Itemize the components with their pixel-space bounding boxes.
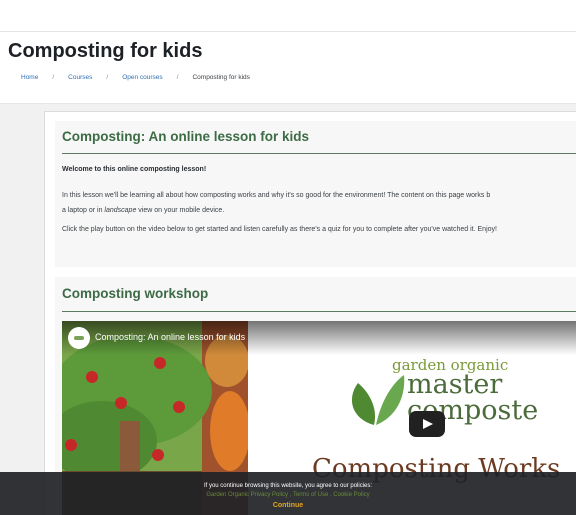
top-navbar <box>0 0 576 32</box>
breadcrumb-separator: / <box>176 74 179 81</box>
channel-avatar-icon[interactable] <box>68 327 90 349</box>
page-title: Composting for kids <box>8 40 203 62</box>
lesson-intro: Welcome to this online composting lesson… <box>62 166 207 173</box>
heading-divider <box>62 311 576 312</box>
page-header: Composting for kids Home / Courses / Ope… <box>0 33 576 103</box>
lesson-paragraph-2: Click the play button on the video below… <box>62 226 497 233</box>
cookie-policy-link[interactable]: Cookie Policy <box>333 492 369 498</box>
video-title-bar: Composting: An online lesson for kids <box>62 321 576 355</box>
heading-divider <box>62 153 576 154</box>
lesson-paragraph-1-line-2-start: a laptop or in <box>62 207 105 214</box>
lesson-heading: Composting: An online lesson for kids <box>62 129 310 144</box>
continue-button[interactable]: Continue <box>0 502 576 509</box>
cookie-consent-bar: If you continue browsing this website, y… <box>0 472 576 515</box>
lesson-paragraph-1: In this lesson we'll be learning all abo… <box>62 188 490 218</box>
cookie-message: If you continue browsing this website, y… <box>203 483 373 489</box>
play-button[interactable] <box>409 411 445 437</box>
lesson-paragraph-1-line-1: In this lesson we'll be learning all abo… <box>62 192 491 199</box>
lesson-intro-section: Composting: An online lesson for kids We… <box>55 121 576 267</box>
breadcrumb-current: Composting for kids <box>192 74 250 81</box>
cookie-policy-links: Garden Organic Privacy Policy , Terms of… <box>0 492 576 498</box>
breadcrumb-home-link[interactable]: Home <box>21 74 38 81</box>
breadcrumb-separator: / <box>106 74 109 81</box>
breadcrumb-open-courses-link[interactable]: Open courses <box>122 74 162 81</box>
landscape-emphasis: landscape <box>104 207 137 214</box>
leaf-logo-icon <box>351 375 405 425</box>
breadcrumb-courses-link[interactable]: Courses <box>68 74 92 81</box>
breadcrumb-separator: / <box>52 74 55 81</box>
terms-of-use-link[interactable]: Terms of Use <box>293 492 328 498</box>
lesson-paragraph-1-line-2-end: view on your mobile device. <box>136 207 225 214</box>
breadcrumb: Home / Courses / Open courses / Composti… <box>21 74 250 81</box>
video-title[interactable]: Composting: An online lesson for kids <box>95 332 245 342</box>
workshop-heading: Composting workshop <box>62 286 209 301</box>
privacy-policy-link[interactable]: Garden Organic Privacy Policy <box>206 492 288 498</box>
